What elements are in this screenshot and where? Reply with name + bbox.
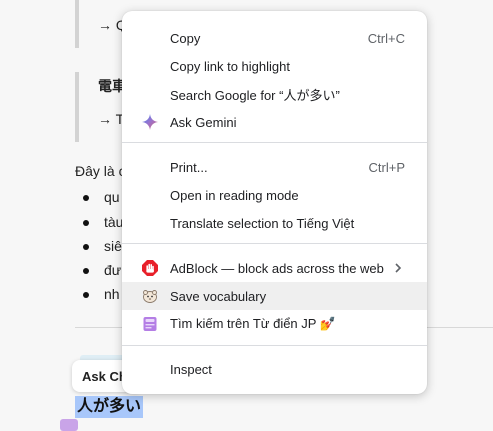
menu-item-shortcut: Ctrl+P [368,159,405,175]
menu-item-label: Copy [170,30,201,46]
blockquote-bar [75,72,79,142]
menu-item-save-vocabulary[interactable]: Save vocabulary [122,282,427,310]
menu-item-jp-dictionary[interactable]: Tìm kiếm trên Từ điển JP 💅 [122,310,427,338]
menu-item-translate-selection[interactable]: Translate selection to Tiếng Việt [122,209,427,237]
blockquote-bar [75,0,79,48]
menu-item-label: Open in reading mode [170,187,299,203]
menu-item-label: Ask Gemini [170,114,237,130]
paragraph-text: Đây là c [75,163,126,179]
menu-separator [122,243,427,244]
menu-item-shortcut: Ctrl+C [367,30,405,46]
menu-item-label: Print... [170,159,208,175]
context-menu: Copy Ctrl+C Copy link to highlight Searc… [122,11,427,394]
selected-text-label: 人が多い [77,398,142,415]
list-item: siê [104,238,122,254]
bullet-dot [83,268,89,274]
gemini-icon [142,114,158,130]
menu-item-copy-link-to-highlight[interactable]: Copy link to highlight [122,52,427,80]
list-item: tàu [104,214,124,230]
bullet-dot [83,195,89,201]
list-item: qu [104,189,120,205]
menu-separator [122,345,427,346]
menu-item-copy[interactable]: Copy Ctrl+C [122,24,427,52]
bullet-dot [83,244,89,250]
bullet-dot [83,292,89,298]
dictionary-popup-icon[interactable] [60,419,78,431]
menu-separator [122,142,427,143]
menu-item-inspect[interactable]: Inspect [122,355,427,383]
menu-item-label: Inspect [170,361,212,377]
menu-item-label: Translate selection to Tiếng Việt [170,215,355,231]
menu-item-label: Save vocabulary [170,288,267,304]
menu-item-search-google[interactable]: Search Google for “人が多い” [122,80,427,108]
selected-text[interactable]: 人が多い [75,396,144,418]
chevron-right-icon [395,263,402,273]
menu-item-label: AdBlock — block ads across the web [170,260,384,276]
list-item: nh [104,286,120,302]
menu-item-label: Search Google for “人が多い” [170,87,340,103]
ask-chip-label: Ask Ch [82,368,127,384]
bullet-dot [83,220,89,226]
menu-item-ask-gemini[interactable]: Ask Gemini [122,108,427,136]
save-vocabulary-icon [143,290,157,303]
adblock-icon [142,260,158,276]
menu-item-adblock[interactable]: AdBlock — block ads across the web [122,254,427,282]
menu-item-label: Tìm kiếm trên Từ điển JP 💅 [170,316,337,331]
menu-item-open-reading-mode[interactable]: Open in reading mode [122,181,427,209]
menu-item-print[interactable]: Print... Ctrl+P [122,153,427,181]
jp-dictionary-icon [143,317,157,331]
list-item: đư [104,262,122,278]
menu-item-label: Copy link to highlight [170,58,290,74]
